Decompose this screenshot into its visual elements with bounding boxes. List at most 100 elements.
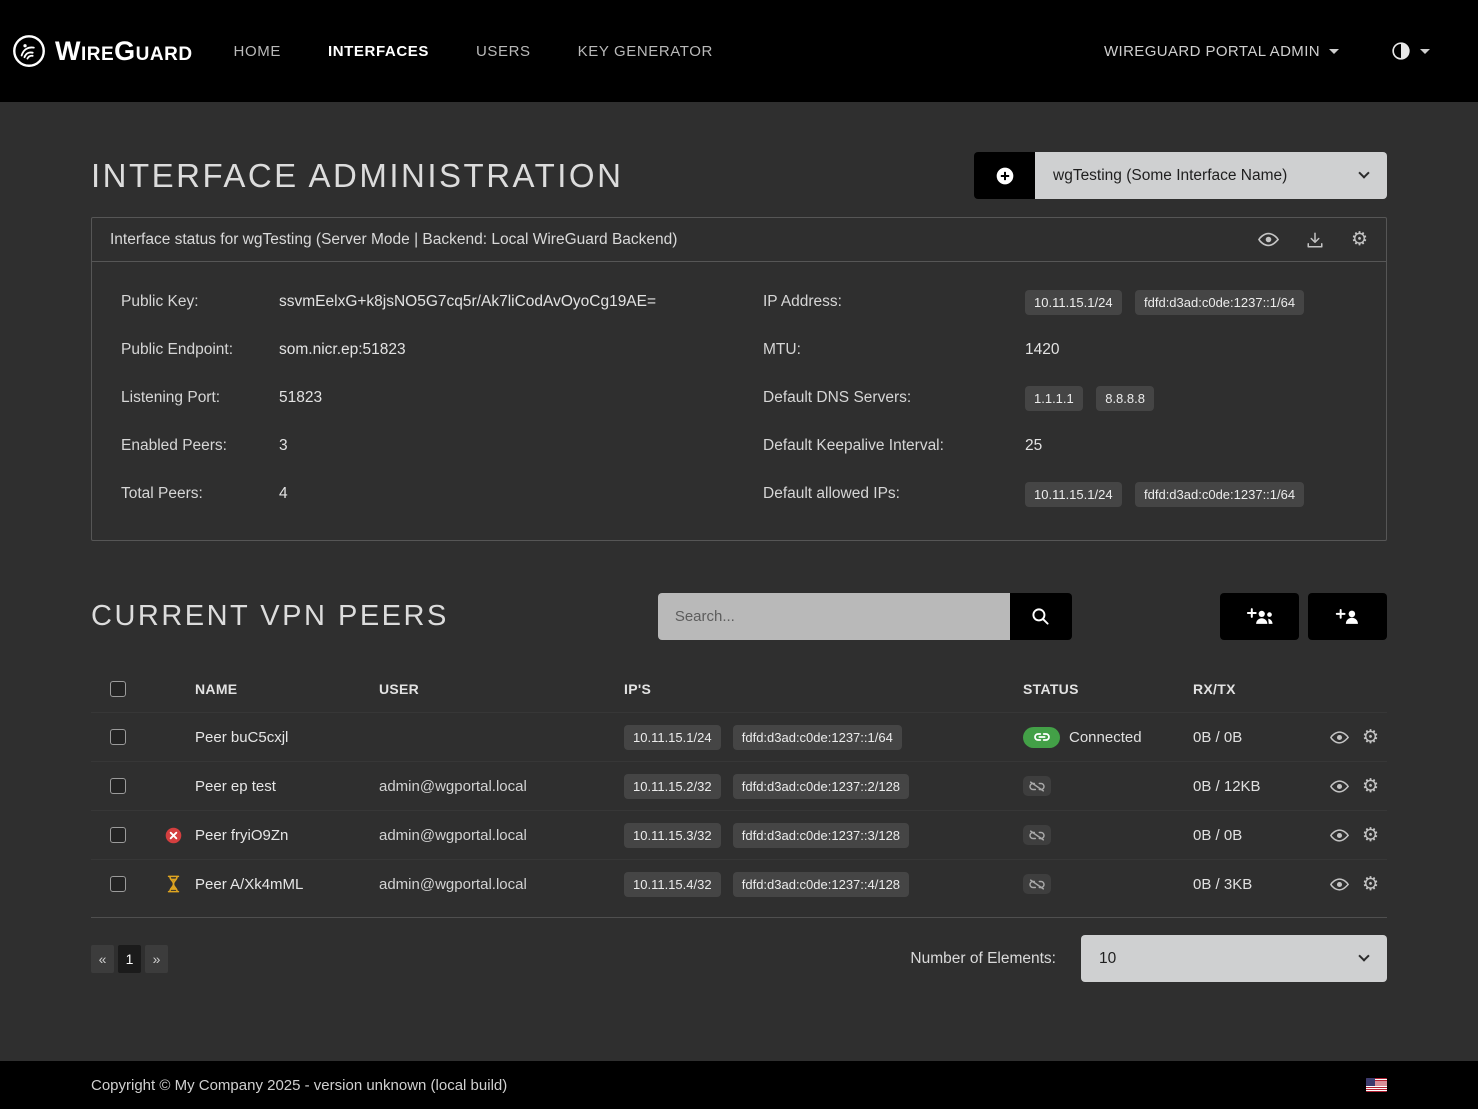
dns-badge: 1.1.1.1: [1025, 386, 1083, 411]
peer-deactivated-icon: [165, 827, 182, 844]
table-row: Peer fryiO9Zn admin@wgportal.local 10.11…: [91, 810, 1387, 859]
nav-item-interfaces[interactable]: INTERFACES: [328, 43, 429, 60]
disconnected-link-slash-icon: [1023, 874, 1051, 894]
nav-item-users[interactable]: USERS: [476, 43, 531, 60]
column-header-rxtx[interactable]: RX/TX: [1193, 681, 1330, 697]
status-field-public-endpoint: Public Endpoint: som.nicr.ep:51823: [121, 326, 739, 374]
dns-badge: 8.8.8.8: [1096, 386, 1154, 411]
pagination-page-1[interactable]: 1: [118, 945, 141, 973]
peer-ip-badge: fdfd:d3ad:c0de:1237::1/64: [733, 725, 902, 750]
row-checkbox[interactable]: [110, 778, 126, 794]
peers-table: NAME USER IP'S STATUS RX/TX Peer buC5cxj…: [91, 666, 1387, 918]
status-field-public-key: Public Key: ssvmEelxG+k8jsNO5G7cq5r/Ak7l…: [121, 278, 739, 326]
peer-ip-badge: 10.11.15.1/24: [624, 725, 721, 750]
elements-count-value: 10: [1099, 950, 1116, 968]
add-user-icon: [1335, 607, 1361, 626]
us-flag-language-icon[interactable]: [1366, 1078, 1387, 1092]
row-checkbox[interactable]: [110, 827, 126, 843]
column-header-ips[interactable]: IP'S: [624, 681, 1023, 697]
gear-icon[interactable]: ⚙: [1351, 230, 1368, 249]
eye-icon[interactable]: [1258, 232, 1279, 247]
disconnected-link-slash-icon: [1023, 776, 1051, 796]
disconnected-link-slash-icon: [1023, 825, 1051, 845]
peer-ip-badge: 10.11.15.4/32: [624, 872, 721, 897]
status-field-total-peers: Total Peers: 4: [121, 470, 739, 518]
peer-rxtx: 0B / 0B: [1193, 729, 1330, 746]
theme-half-circle-icon: [1391, 41, 1411, 61]
eye-icon[interactable]: [1330, 878, 1349, 891]
peer-name[interactable]: Peer A/Xk4mML: [195, 876, 379, 893]
interface-select-value: wgTesting (Some Interface Name): [1053, 167, 1287, 185]
theme-toggle-dropdown[interactable]: [1391, 41, 1430, 61]
peers-table-header: NAME USER IP'S STATUS RX/TX: [91, 666, 1387, 712]
download-icon[interactable]: [1306, 231, 1324, 249]
add-multiple-peers-button[interactable]: [1220, 593, 1299, 640]
peer-user: admin@wgportal.local: [379, 778, 624, 795]
gear-icon[interactable]: ⚙: [1362, 875, 1379, 894]
add-interface-button[interactable]: [974, 152, 1035, 199]
gear-icon[interactable]: ⚙: [1362, 826, 1379, 845]
wireguard-logo-icon: [12, 34, 46, 68]
interface-select[interactable]: wgTesting (Some Interface Name): [1035, 152, 1387, 199]
peer-name[interactable]: Peer fryiO9Zn: [195, 827, 379, 844]
footer: Copyright © My Company 2025 - version un…: [0, 1061, 1478, 1109]
page-title: INTERFACE ADMINISTRATION: [91, 157, 623, 195]
table-row: Peer A/Xk4mML admin@wgportal.local 10.11…: [91, 859, 1387, 908]
peer-name[interactable]: Peer ep test: [195, 778, 379, 795]
ip-badge: fdfd:d3ad:c0de:1237::1/64: [1135, 290, 1304, 315]
wireguard-brand[interactable]: WireGuard: [12, 34, 193, 68]
gear-icon[interactable]: ⚙: [1362, 728, 1379, 747]
row-checkbox[interactable]: [110, 876, 126, 892]
add-users-icon: [1246, 607, 1274, 626]
ip-badge: fdfd:d3ad:c0de:1237::1/64: [1135, 482, 1304, 507]
status-card-title: Interface status for wgTesting (Server M…: [110, 231, 677, 249]
peers-section-title: CURRENT VPN PEERS: [91, 600, 449, 633]
row-checkbox[interactable]: [110, 729, 126, 745]
peer-rxtx: 0B / 0B: [1193, 827, 1330, 844]
column-header-status[interactable]: STATUS: [1023, 681, 1193, 697]
pagination-prev-button[interactable]: «: [91, 945, 114, 973]
eye-icon[interactable]: [1330, 731, 1349, 744]
elements-count-label: Number of Elements:: [910, 950, 1056, 968]
column-header-user[interactable]: USER: [379, 681, 624, 697]
copyright-text: Copyright © My Company 2025 - version un…: [91, 1077, 507, 1094]
peer-user: admin@wgportal.local: [379, 827, 624, 844]
admin-account-dropdown[interactable]: WIREGUARD PORTAL ADMIN: [1104, 43, 1339, 60]
peer-name[interactable]: Peer buC5cxjl: [195, 729, 379, 746]
search-button[interactable]: [1010, 593, 1072, 640]
search-input[interactable]: [658, 593, 1010, 640]
status-field-enabled-peers: Enabled Peers: 3: [121, 422, 739, 470]
chevron-down-icon: [1358, 950, 1369, 961]
interface-status-card: Interface status for wgTesting (Server M…: [91, 217, 1387, 541]
peer-rxtx: 0B / 12KB: [1193, 778, 1330, 795]
add-peer-button[interactable]: [1308, 593, 1387, 640]
chevron-down-icon: [1329, 49, 1339, 54]
status-field-keepalive: Default Keepalive Interval: 25: [763, 422, 1386, 470]
elements-count-select[interactable]: 10: [1081, 935, 1387, 982]
nav-item-home[interactable]: HOME: [234, 43, 281, 60]
pagination-next-button[interactable]: »: [145, 945, 168, 973]
peer-ip-badge: 10.11.15.2/32: [624, 774, 721, 799]
pagination: « 1 »: [91, 945, 168, 973]
peer-ip-badge: fdfd:d3ad:c0de:1237::3/128: [733, 823, 909, 848]
eye-icon[interactable]: [1330, 780, 1349, 793]
search-icon: [1031, 607, 1050, 626]
peer-expiring-hourglass-icon: [167, 875, 180, 893]
plus-circle-icon: [995, 166, 1015, 186]
status-field-allowed-ips: Default allowed IPs: 10.11.15.1/24 fdfd:…: [763, 470, 1386, 518]
gear-icon[interactable]: ⚙: [1362, 777, 1379, 796]
status-field-listening-port: Listening Port: 51823: [121, 374, 739, 422]
peer-ip-badge: fdfd:d3ad:c0de:1237::4/128: [733, 872, 909, 897]
select-all-checkbox[interactable]: [110, 681, 126, 697]
nav-item-key-generator[interactable]: KEY GENERATOR: [578, 43, 713, 60]
eye-icon[interactable]: [1330, 829, 1349, 842]
peer-user: admin@wgportal.local: [379, 876, 624, 893]
status-field-ip-address: IP Address: 10.11.15.1/24 fdfd:d3ad:c0de…: [763, 278, 1386, 326]
main-nav: HOME INTERFACES USERS KEY GENERATOR: [234, 43, 713, 60]
ip-badge: 10.11.15.1/24: [1025, 290, 1122, 315]
table-row: Peer buC5cxjl 10.11.15.1/24 fdfd:d3ad:c0…: [91, 712, 1387, 761]
peer-ip-badge: 10.11.15.3/32: [624, 823, 721, 848]
table-row: Peer ep test admin@wgportal.local 10.11.…: [91, 761, 1387, 810]
column-header-name[interactable]: NAME: [195, 681, 379, 697]
connected-link-icon: [1023, 727, 1060, 748]
